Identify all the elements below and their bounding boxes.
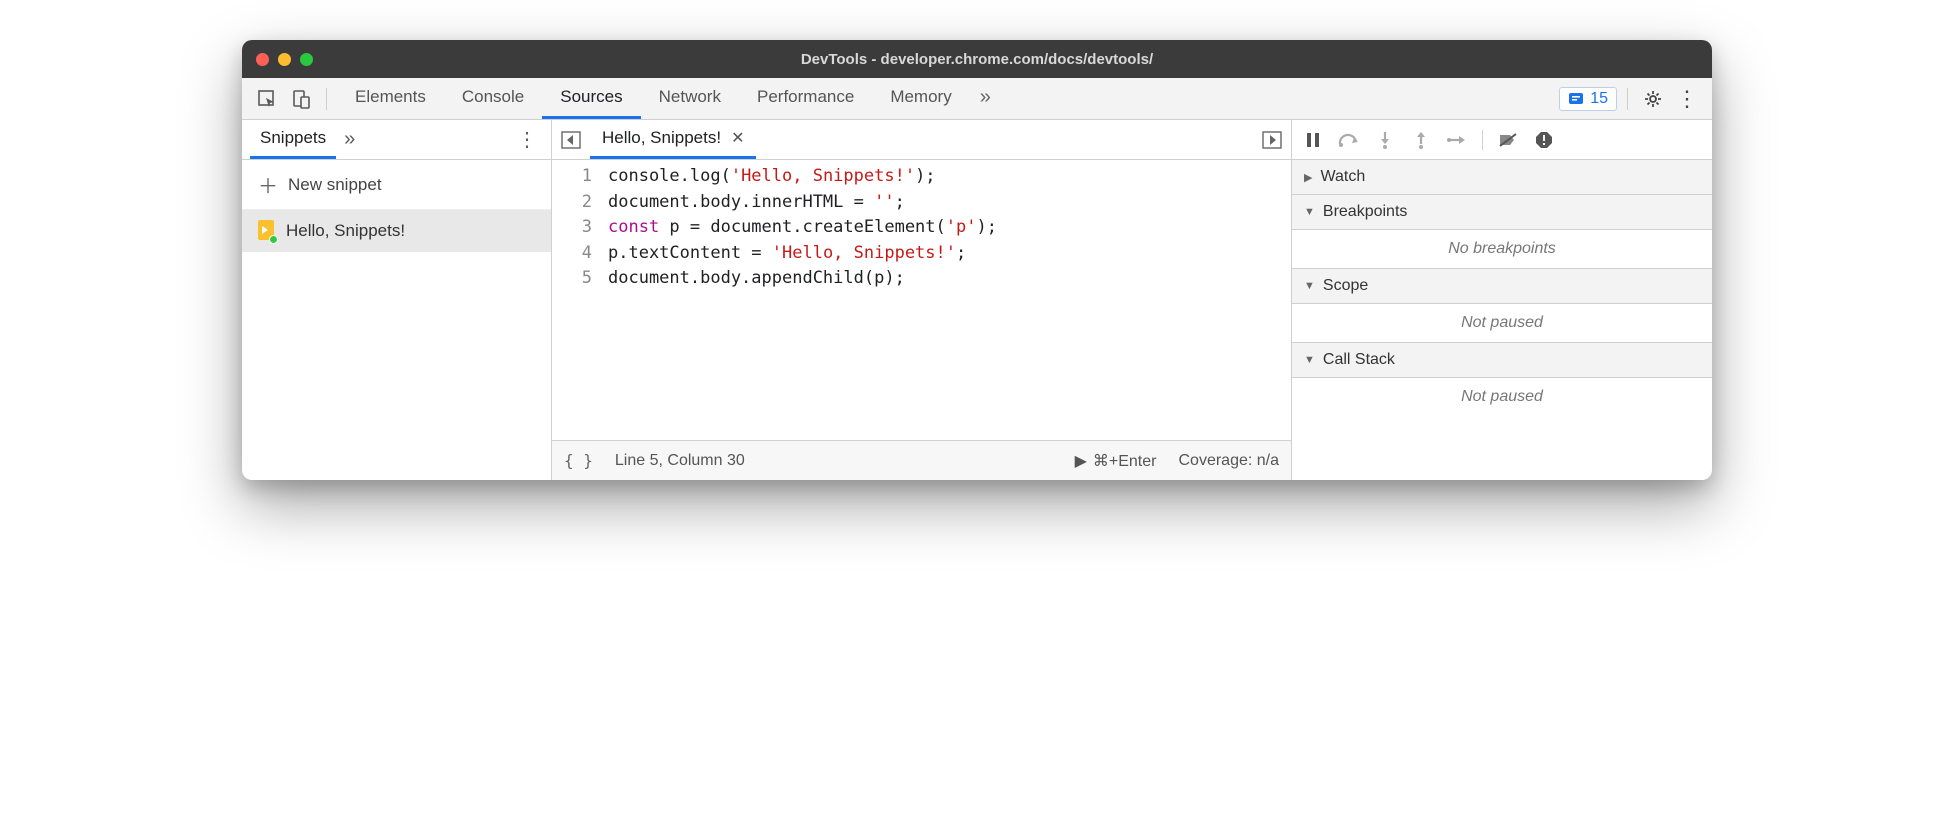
panel-tabs: Elements Console Sources Network Perform… (337, 78, 1001, 119)
toolbar-divider (1482, 130, 1483, 150)
toolbar-divider (326, 88, 327, 110)
step-out-icon[interactable] (1410, 131, 1432, 149)
close-tab-icon[interactable]: ✕ (731, 128, 744, 148)
debugger-toolbar (1292, 120, 1712, 160)
new-snippet-label: New snippet (288, 175, 382, 195)
tab-sources[interactable]: Sources (542, 78, 640, 119)
editor-tab-label: Hello, Snippets! (602, 128, 721, 148)
snippet-file-icon (258, 220, 276, 242)
close-window-button[interactable] (256, 53, 269, 66)
section-label: Scope (1323, 277, 1368, 295)
tab-label: Performance (757, 87, 854, 107)
deactivate-breakpoints-icon[interactable] (1497, 132, 1519, 148)
play-icon: ▶ (1075, 451, 1087, 471)
scope-body: Not paused (1292, 304, 1712, 343)
maximize-window-button[interactable] (300, 53, 313, 66)
coverage-status: Coverage: n/a (1178, 452, 1279, 470)
tab-label: Memory (890, 87, 951, 107)
expand-down-icon: ▼ (1304, 280, 1315, 292)
snippet-name: Hello, Snippets! (286, 221, 405, 241)
issues-icon (1568, 91, 1584, 107)
navigator-tabs-overflow-icon[interactable]: » (336, 128, 363, 151)
titlebar: DevTools - developer.chrome.com/docs/dev… (242, 40, 1712, 78)
expand-down-icon: ▼ (1304, 354, 1315, 366)
editor-pane: Hello, Snippets! ✕ 12345 console.log('He… (552, 120, 1292, 480)
sources-panel: Snippets » ⋮ ＋ New snippet Hello, Snippe… (242, 120, 1712, 480)
tab-console[interactable]: Console (444, 78, 542, 119)
navigator-tabs: Snippets » ⋮ (242, 120, 551, 160)
section-label: Call Stack (1323, 351, 1395, 369)
breakpoints-body: No breakpoints (1292, 230, 1712, 269)
line-gutter: 12345 (552, 164, 602, 440)
cursor-position: Line 5, Column 30 (615, 452, 745, 470)
snippets-tab[interactable]: Snippets (250, 120, 336, 159)
window-controls (256, 53, 313, 66)
settings-icon[interactable] (1638, 84, 1668, 114)
expand-right-icon: ▶ (1304, 171, 1312, 184)
pretty-print-icon[interactable]: { } (564, 451, 593, 470)
tab-label: Network (659, 87, 721, 107)
main-toolbar: Elements Console Sources Network Perform… (242, 78, 1712, 120)
toolbar-divider (1627, 88, 1628, 110)
devtools-window: DevTools - developer.chrome.com/docs/dev… (242, 40, 1712, 480)
tab-label: Snippets (260, 128, 326, 148)
issues-badge[interactable]: 15 (1559, 87, 1617, 111)
tab-network[interactable]: Network (641, 78, 739, 119)
step-icon[interactable] (1446, 133, 1468, 147)
run-shortcut: ⌘+Enter (1093, 451, 1157, 471)
expand-down-icon: ▼ (1304, 206, 1315, 218)
nav-forward-icon[interactable] (1259, 127, 1285, 153)
callstack-section-header[interactable]: ▼ Call Stack (1292, 343, 1712, 378)
callstack-body: Not paused (1292, 378, 1712, 416)
plus-icon: ＋ (258, 170, 278, 199)
navigator-pane: Snippets » ⋮ ＋ New snippet Hello, Snippe… (242, 120, 552, 480)
watch-section-header[interactable]: ▶ Watch (1292, 160, 1712, 195)
nav-back-icon[interactable] (558, 127, 584, 153)
step-into-icon[interactable] (1374, 131, 1396, 149)
editor-status-bar: { } Line 5, Column 30 ▶ ⌘+Enter Coverage… (552, 440, 1291, 480)
inspect-element-icon[interactable] (252, 84, 282, 114)
tab-label: Console (462, 87, 524, 107)
tab-performance[interactable]: Performance (739, 78, 872, 119)
tab-label: Sources (560, 87, 622, 107)
editor-tab[interactable]: Hello, Snippets! ✕ (590, 120, 756, 159)
editor-tabbar: Hello, Snippets! ✕ (552, 120, 1291, 160)
new-snippet-button[interactable]: ＋ New snippet (242, 160, 551, 210)
breakpoints-section-header[interactable]: ▼ Breakpoints (1292, 195, 1712, 230)
tabs-overflow-icon[interactable]: » (970, 78, 1001, 119)
device-toolbar-icon[interactable] (286, 84, 316, 114)
tab-elements[interactable]: Elements (337, 78, 444, 119)
section-label: Watch (1320, 168, 1365, 186)
pause-icon[interactable] (1302, 132, 1324, 148)
section-label: Breakpoints (1323, 203, 1408, 221)
issues-count: 15 (1590, 90, 1608, 108)
navigator-more-icon[interactable]: ⋮ (511, 127, 543, 152)
run-snippet-button[interactable]: ▶ ⌘+Enter (1075, 451, 1157, 471)
more-menu-icon[interactable]: ⋮ (1672, 84, 1702, 114)
window-title: DevTools - developer.chrome.com/docs/dev… (242, 51, 1712, 68)
minimize-window-button[interactable] (278, 53, 291, 66)
pause-on-exceptions-icon[interactable] (1533, 131, 1555, 149)
code-editor[interactable]: 12345 console.log('Hello, Snippets!');do… (552, 160, 1291, 440)
step-over-icon[interactable] (1338, 132, 1360, 148)
tab-memory[interactable]: Memory (872, 78, 969, 119)
tab-label: Elements (355, 87, 426, 107)
code-content[interactable]: console.log('Hello, Snippets!');document… (602, 164, 1291, 440)
scope-section-header[interactable]: ▼ Scope (1292, 269, 1712, 304)
snippet-list-item[interactable]: Hello, Snippets! (242, 210, 551, 252)
debugger-pane: ▶ Watch ▼ Breakpoints No breakpoints ▼ S… (1292, 120, 1712, 480)
